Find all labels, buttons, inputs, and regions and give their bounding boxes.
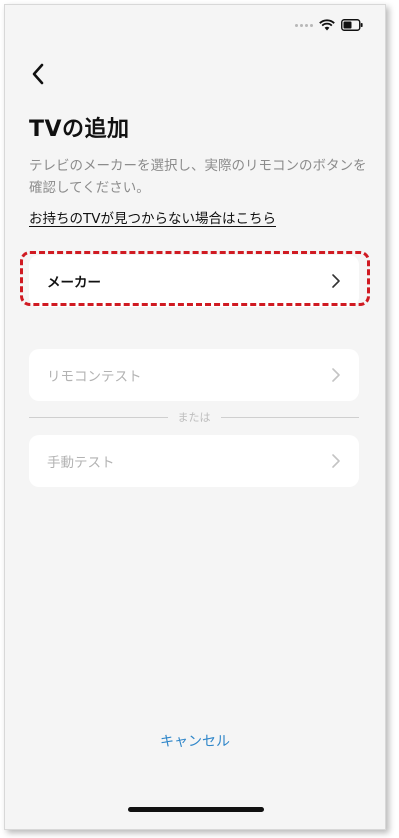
cancel-button[interactable]: キャンセル (5, 731, 385, 751)
chevron-left-icon (32, 63, 44, 85)
or-divider: または (29, 409, 359, 425)
manual-test-option[interactable]: 手動テスト (29, 435, 359, 487)
back-button[interactable] (23, 59, 53, 89)
remote-test-option-label: リモコンテスト (47, 369, 142, 385)
home-indicator[interactable] (128, 807, 264, 812)
maker-option[interactable]: メーカー (29, 255, 359, 307)
chevron-right-icon (332, 368, 340, 382)
description-text: テレビのメーカーを選択し、実際のリモコンのボタンを確認してください。 (29, 158, 367, 196)
divider-line (29, 416, 168, 418)
page-title: TVの追加 (29, 117, 130, 142)
chevron-right-icon (332, 454, 340, 468)
divider-text: または (177, 411, 211, 424)
battery-icon (341, 19, 363, 31)
app-screen: TVの追加 テレビのメーカーを選択し、実際のリモコンのボタンを確認してください。… (4, 4, 386, 830)
status-bar (295, 19, 363, 31)
wifi-icon (319, 19, 335, 31)
divider-line (220, 416, 359, 418)
remote-test-option[interactable]: リモコンテスト (29, 349, 359, 401)
maker-option-label: メーカー (47, 275, 101, 291)
tv-not-found-link[interactable]: お持ちのTVが見つからない場合はこちら (29, 207, 276, 227)
manual-test-option-label: 手動テスト (47, 455, 115, 471)
chevron-right-icon (332, 274, 340, 288)
signal-dots-icon (295, 23, 313, 27)
